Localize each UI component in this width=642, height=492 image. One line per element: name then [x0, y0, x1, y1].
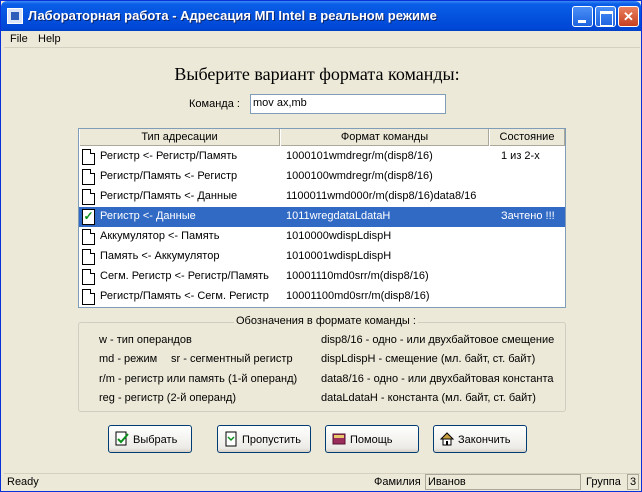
legend-item: dispLdispH - смещение (мл. байт, ст. бай…: [321, 353, 536, 365]
group-label: Группа: [586, 476, 621, 488]
row-type: Память <- Аккумулятор: [100, 250, 220, 262]
home-icon: [439, 432, 455, 446]
close-button[interactable]: ✕: [618, 6, 639, 27]
column-header-format[interactable]: Формат команды: [280, 129, 489, 146]
status-ready: Ready: [7, 476, 39, 488]
legend-group: Обозначения в формате команды : w - тип …: [78, 315, 566, 412]
finish-button[interactable]: Закончить: [433, 425, 527, 453]
group-value: 3: [627, 474, 639, 490]
skip-doc-icon: [225, 431, 237, 447]
list-row[interactable]: Регистр/Память <- Сегм. Регистр 10001100m…: [79, 287, 565, 307]
list-row[interactable]: Память <- Аккумулятор 1010001wdispLdispH: [79, 247, 565, 267]
legend-item: r/m - регистр или память (1-й операнд): [99, 373, 298, 385]
window-title: Лабораторная работа - Адресация МП Intel…: [28, 8, 437, 23]
check-doc-icon: [115, 431, 129, 446]
row-format: 1011wregdataLdataH: [286, 210, 391, 222]
list-row[interactable]: ✓ Регистр <- Данные 1011wregdataLdataH Зачт…: [79, 207, 565, 227]
app-icon: [7, 8, 23, 24]
row-type: Регистр <- Регистр/Память: [100, 150, 238, 162]
command-label: Команда :: [189, 98, 240, 110]
menu-help[interactable]: Help: [38, 33, 61, 45]
doc-icon: [82, 269, 95, 285]
row-type: Сегм. Регистр <- Регистр/Память: [100, 270, 269, 282]
minimize-button[interactable]: [572, 6, 593, 27]
legend-item: md - режим: [99, 353, 158, 365]
row-type: Регистр/Память <- Регистр: [100, 170, 238, 182]
command-input[interactable]: mov ax,mb: [250, 94, 446, 114]
doc-icon: [82, 229, 95, 245]
help-button[interactable]: Помощь: [325, 425, 419, 453]
doc-icon: [82, 149, 95, 165]
book-icon: [332, 433, 346, 445]
surname-value: Иванов: [425, 474, 581, 490]
addressing-list[interactable]: Тип адресации Формат команды Состояние Р…: [78, 128, 566, 308]
app-window: Лабораторная работа - Адресация МП Intel…: [0, 0, 642, 492]
list-row[interactable]: Регистр <- Регистр/Память 1000101wmdregr/…: [79, 147, 565, 167]
row-format: 1100011wmd000r/m(disp8/16)data8/16: [286, 190, 477, 202]
row-type: Аккумулятор <- Память: [100, 230, 220, 242]
page-heading: Выберите вариант формата команды:: [174, 64, 460, 84]
menu-bar: File Help: [4, 31, 640, 48]
doc-icon: [82, 249, 95, 265]
maximize-button[interactable]: [595, 6, 616, 27]
list-row[interactable]: Регистр/Память <- Данные 1100011wmd000r/m…: [79, 187, 565, 207]
menu-file[interactable]: File: [10, 33, 28, 45]
doc-icon: [82, 289, 95, 305]
title-bar[interactable]: Лабораторная работа - Адресация МП Intel…: [1, 1, 641, 31]
legend-item: w - тип операндов: [99, 334, 192, 346]
skip-button[interactable]: Пропустить: [217, 425, 311, 453]
row-format: 10001110md0srr/m(disp8/16): [286, 270, 429, 282]
legend-title: Обозначения в формате команды :: [234, 315, 418, 327]
doc-icon: [82, 189, 95, 205]
legend-item: dataLdataH - константа (мл. байт, ст. ба…: [321, 392, 536, 404]
legend-item: reg - регистр (2-й операнд): [99, 392, 237, 404]
row-type: Регистр/Память <- Данные: [100, 190, 238, 202]
list-row[interactable]: Сегм. Регистр <- Регистр/Память 10001110m…: [79, 267, 565, 287]
doc-icon: [82, 169, 95, 185]
list-header: Тип адресации Формат команды Состояние: [79, 129, 565, 146]
legend-item: disp8/16 - одно - или двухбайтовое смеще…: [321, 334, 555, 346]
surname-label: Фамилия: [374, 476, 421, 488]
row-type: Регистр <- Данные: [100, 210, 196, 222]
legend-item: data8/16 - одно - или двухбайтовая конст…: [321, 373, 554, 385]
column-header-type[interactable]: Тип адресации: [79, 129, 280, 146]
row-format: 1000100wmdregr/m(disp8/16): [286, 170, 433, 182]
list-row[interactable]: Аккумулятор <- Память 1010000wdispLdispH: [79, 227, 565, 247]
row-status: Зачтено !!!: [501, 210, 555, 222]
row-format: 1010000wdispLdispH: [286, 230, 392, 242]
row-format: 1000101wmdregr/m(disp8/16): [286, 150, 433, 162]
row-format: 10001100md0srr/m(disp8/16): [286, 290, 430, 302]
row-format: 1010001wdispLdispH: [286, 250, 392, 262]
column-header-status[interactable]: Состояние: [489, 129, 565, 146]
row-status: 1 из 2-х: [501, 150, 540, 162]
list-row[interactable]: Регистр/Память <- Регистр 1000100wmdregr/…: [79, 167, 565, 187]
legend-item: sr - сегментный регистр: [171, 353, 293, 365]
select-button[interactable]: Выбрать: [108, 425, 192, 453]
check-icon: ✓: [82, 209, 95, 225]
status-bar: Ready Фамилия Иванов Группа 3: [4, 473, 640, 490]
row-type: Регистр/Память <- Сегм. Регистр: [100, 290, 269, 302]
